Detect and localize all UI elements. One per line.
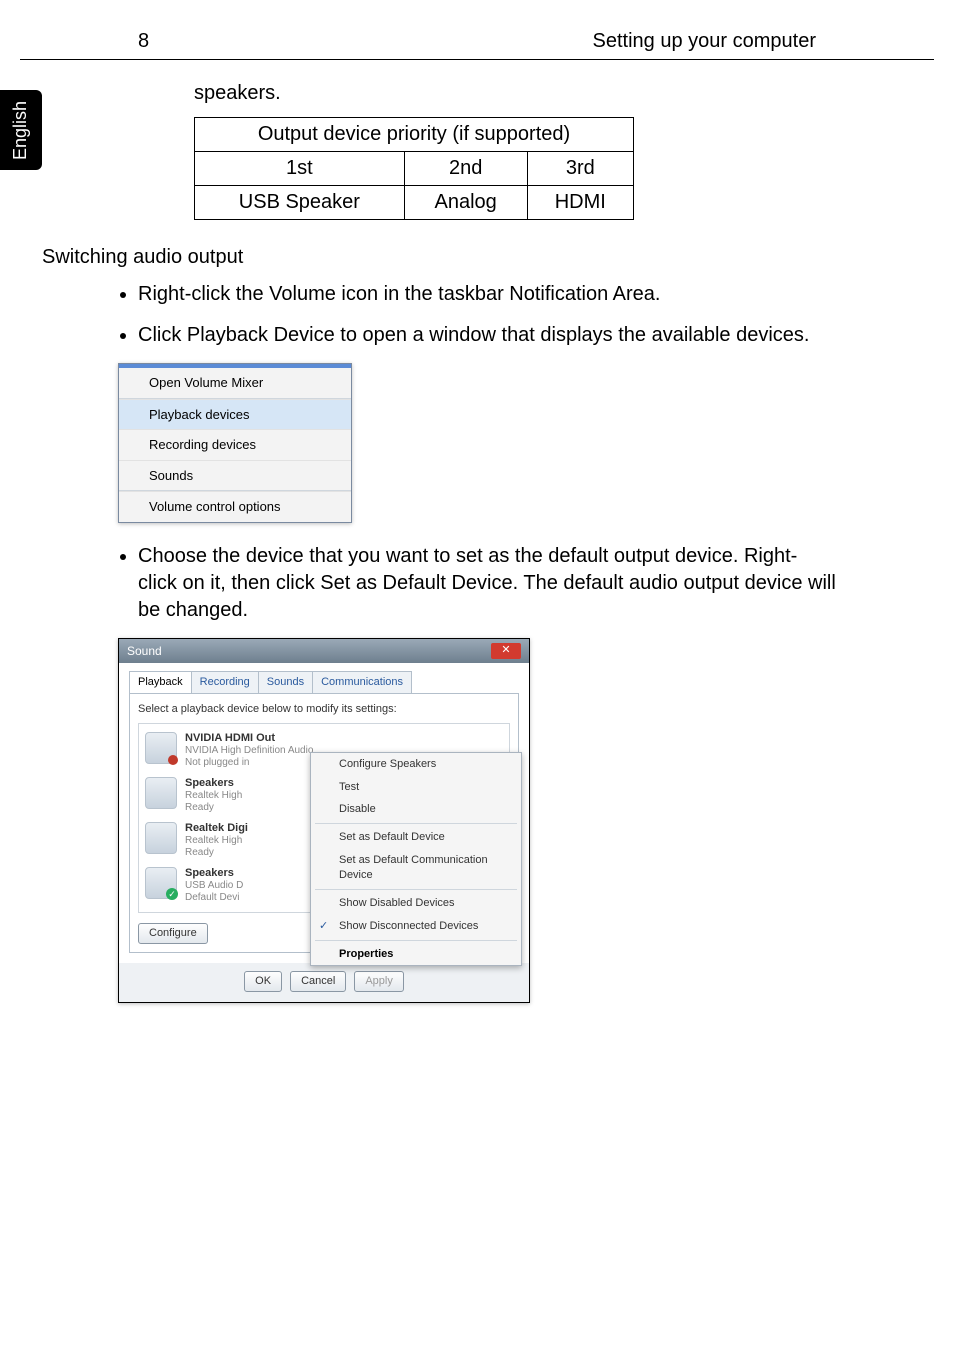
vmenu-playback[interactable]: Playback devices: [119, 399, 351, 430]
lead-text: speakers.: [194, 80, 836, 107]
device-sub: USB Audio D: [185, 880, 243, 892]
dialog-ok-row: OK Cancel Apply: [119, 963, 529, 1002]
header-section: Setting up your computer: [593, 30, 816, 53]
device-name: NVIDIA HDMI Out: [185, 732, 313, 745]
bullet-1: Right-click the Volume icon in the taskb…: [138, 281, 836, 308]
device-name: Speakers: [185, 777, 242, 790]
table-header-2: 2nd: [404, 152, 527, 186]
vmenu-recording[interactable]: Recording devices: [119, 429, 351, 460]
device-icon: [145, 822, 177, 854]
section-heading: Switching audio output: [42, 244, 836, 271]
priority-table: Output device priority (if supported) 1s…: [194, 117, 634, 220]
volume-context-menu: Open Volume Mixer Playback devices Recor…: [118, 363, 352, 523]
tab-recording[interactable]: Recording: [191, 671, 259, 693]
tab-communications[interactable]: Communications: [312, 671, 412, 693]
device-icon: [145, 777, 177, 809]
device-icon: [145, 732, 177, 764]
device-sub: NVIDIA High Definition Audio: [185, 745, 313, 757]
tab-playback[interactable]: Playback: [129, 671, 192, 693]
device-context-menu: Configure Speakers Test Disable Set as D…: [310, 752, 522, 967]
device-status: Ready: [185, 802, 242, 814]
configure-button[interactable]: Configure: [138, 923, 208, 944]
content-area: speakers. Output device priority (if sup…: [0, 60, 954, 1003]
table-cell-3: HDMI: [527, 186, 633, 220]
table-header-1: 1st: [195, 152, 405, 186]
page: English 8 Setting up your computer speak…: [0, 0, 954, 1369]
ok-button[interactable]: OK: [244, 971, 282, 992]
device-name: Realtek Digi: [185, 822, 248, 835]
ctx-test[interactable]: Test: [311, 776, 521, 799]
table-caption: Output device priority (if supported): [195, 118, 634, 152]
vmenu-sounds[interactable]: Sounds: [119, 460, 351, 491]
instruction-text: Select a playback device below to modify…: [138, 702, 510, 717]
sound-title-text: Sound: [127, 643, 162, 659]
device-status: Ready: [185, 847, 248, 859]
page-header: 8 Setting up your computer: [20, 0, 934, 60]
ctx-show-disabled[interactable]: Show Disabled Devices: [311, 892, 521, 915]
device-sub: Realtek High: [185, 790, 242, 802]
ctx-disable[interactable]: Disable: [311, 798, 521, 821]
sound-titlebar: Sound ✕: [119, 639, 529, 663]
ctx-set-default[interactable]: Set as Default Device: [311, 826, 521, 849]
cancel-button[interactable]: Cancel: [290, 971, 346, 992]
ctx-configure[interactable]: Configure Speakers: [311, 753, 521, 776]
device-sub: Realtek High: [185, 835, 248, 847]
bullet-3: Choose the device that you want to set a…: [138, 543, 836, 624]
close-icon[interactable]: ✕: [491, 643, 521, 659]
device-status: Not plugged in: [185, 757, 313, 769]
ctx-properties[interactable]: Properties: [311, 943, 521, 966]
sound-tabs: Playback Recording Sounds Communications: [129, 671, 519, 693]
device-icon: [145, 867, 177, 899]
ctx-set-default-comm[interactable]: Set as Default Communication Device: [311, 849, 521, 887]
vmenu-vol-options[interactable]: Volume control options: [119, 491, 351, 522]
bullet-list-2: Choose the device that you want to set a…: [138, 543, 836, 624]
table-header-3: 3rd: [527, 152, 633, 186]
apply-button[interactable]: Apply: [354, 971, 404, 992]
tab-sounds[interactable]: Sounds: [258, 671, 313, 693]
device-name: Speakers: [185, 867, 243, 880]
bullet-2: Click Playback Device to open a window t…: [138, 322, 836, 349]
vmenu-open-mixer[interactable]: Open Volume Mixer: [119, 364, 351, 398]
ctx-show-disconnected[interactable]: Show Disconnected Devices: [311, 915, 521, 938]
bullet-list-1: Right-click the Volume icon in the taskb…: [138, 281, 836, 349]
tab-panel: Select a playback device below to modify…: [129, 693, 519, 953]
language-tab: English: [0, 90, 42, 170]
language-tab-label: English: [11, 100, 32, 159]
device-status: Default Devi: [185, 892, 243, 904]
table-cell-2: Analog: [404, 186, 527, 220]
sound-dialog: Sound ✕ Playback Recording Sounds Commun…: [118, 638, 530, 1003]
page-number: 8: [138, 30, 149, 53]
table-cell-1: USB Speaker: [195, 186, 405, 220]
